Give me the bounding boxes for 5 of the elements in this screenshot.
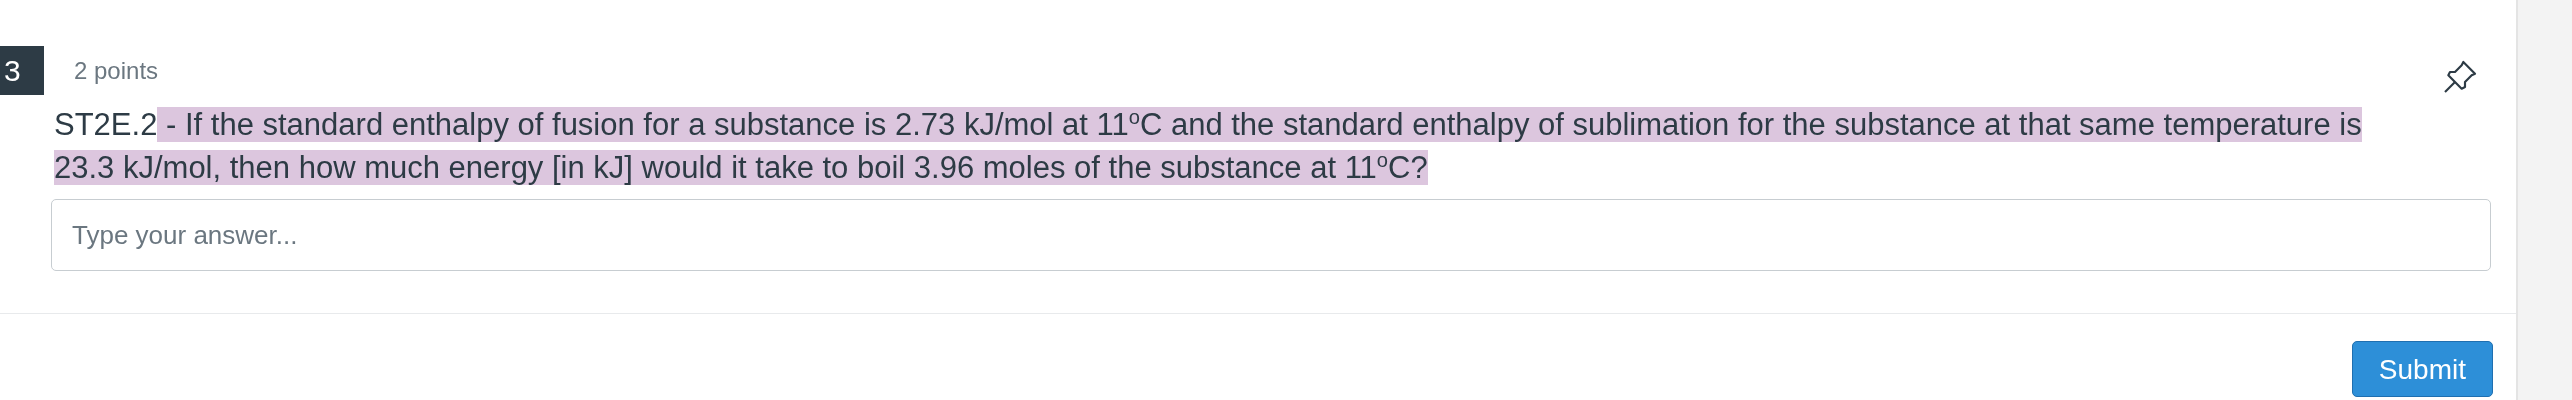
- question-text: ST2E.2 - If the standard enthalpy of fusion for a substance is 2.73 kJ/mol at 11$^{o}$C and the standard enthalpy of sublimation for the substance at that same temperature is 23.3 kJ/mol, then how much energy [in kJ] would it take to boil 3.96 moles of the substance at 11$^{o}$C?: [54, 104, 2363, 187]
- points-label: 2 points: [74, 56, 159, 85]
- answer-field[interactable]: Type your answer...: [51, 199, 2491, 271]
- submit-button[interactable]: Submit: [2351, 341, 2493, 397]
- question-number: 3: [0, 46, 44, 95]
